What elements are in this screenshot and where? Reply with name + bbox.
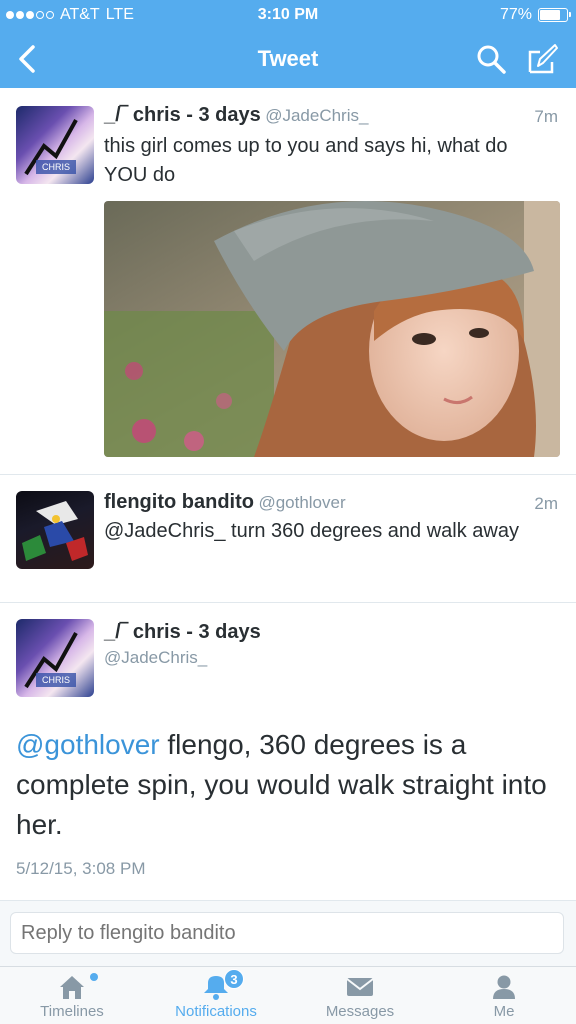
tab-label: Me	[493, 1003, 515, 1020]
battery-info: 77%	[499, 6, 571, 24]
tab-messages[interactable]: Messages	[288, 967, 432, 1024]
tweet-time: 7m	[534, 107, 558, 126]
tab-label: Messages	[325, 1003, 395, 1020]
author-handle[interactable]: @JadeChris_	[104, 648, 207, 668]
svg-text:CHRIS: CHRIS	[42, 675, 70, 685]
author-name[interactable]: _/‾ chris - 3 days	[104, 104, 261, 126]
tweet-card[interactable]: CHRIS _/‾ chris - 3 days @JadeChris_ 7m …	[0, 88, 576, 475]
envelope-icon	[344, 973, 376, 1001]
author-name[interactable]: _/‾ chris - 3 days	[104, 621, 261, 644]
avatar[interactable]: CHRIS	[16, 619, 94, 697]
author-handle[interactable]: @JadeChris_	[265, 106, 368, 125]
tweet-text-body: turn 360 degrees and walk away	[225, 520, 519, 542]
notification-badge: 3	[224, 969, 244, 989]
author-handle[interactable]: @gothlover	[258, 493, 345, 512]
battery-icon	[538, 8, 571, 22]
svg-text:CHRIS: CHRIS	[42, 162, 70, 172]
compose-icon[interactable]	[526, 42, 560, 76]
home-icon	[56, 973, 88, 1001]
status-bar: AT&T LTE 3:10 PM 77%	[0, 0, 576, 30]
mention-link[interactable]: @gothlover	[16, 729, 160, 760]
mention-link[interactable]: @JadeChris_	[104, 520, 225, 542]
author-name[interactable]: flengito bandito	[104, 491, 254, 513]
tab-label: Notifications	[175, 1003, 257, 1020]
tweet-text: this girl comes up to you and says hi, w…	[104, 135, 508, 186]
avatar[interactable]	[16, 491, 94, 569]
tweet-text: @JadeChris_ turn 360 degrees and walk aw…	[104, 517, 544, 546]
tweet-timestamp: 5/12/15, 3:08 PM	[16, 859, 146, 878]
tab-me[interactable]: Me	[432, 967, 576, 1024]
person-icon	[488, 973, 520, 1001]
reply-input[interactable]	[10, 912, 564, 954]
tab-timelines[interactable]: Timelines	[0, 967, 144, 1024]
tweet-time: 2m	[534, 494, 558, 513]
new-dot-indicator	[90, 973, 98, 981]
tweet-card[interactable]: flengito bandito @gothlover 2m @JadeChri…	[0, 475, 576, 603]
focused-tweet: CHRIS _/‾ chris - 3 days @JadeChris_ @go…	[0, 603, 576, 900]
tab-bar: Timelines 3 Notifications Messages Me	[0, 966, 576, 1024]
tab-label: Timelines	[40, 1003, 104, 1020]
battery-percent: 77%	[499, 6, 532, 23]
reply-bar	[0, 900, 576, 966]
navigation-bar: Tweet	[0, 30, 576, 88]
tweet-photo[interactable]	[104, 201, 560, 457]
tweet-text: @gothlover flengo, 360 degrees is a comp…	[16, 725, 556, 845]
avatar[interactable]: CHRIS	[16, 106, 94, 184]
tab-notifications[interactable]: 3 Notifications	[144, 967, 288, 1024]
status-time: 3:10 PM	[257, 6, 319, 23]
search-icon[interactable]	[474, 42, 508, 76]
